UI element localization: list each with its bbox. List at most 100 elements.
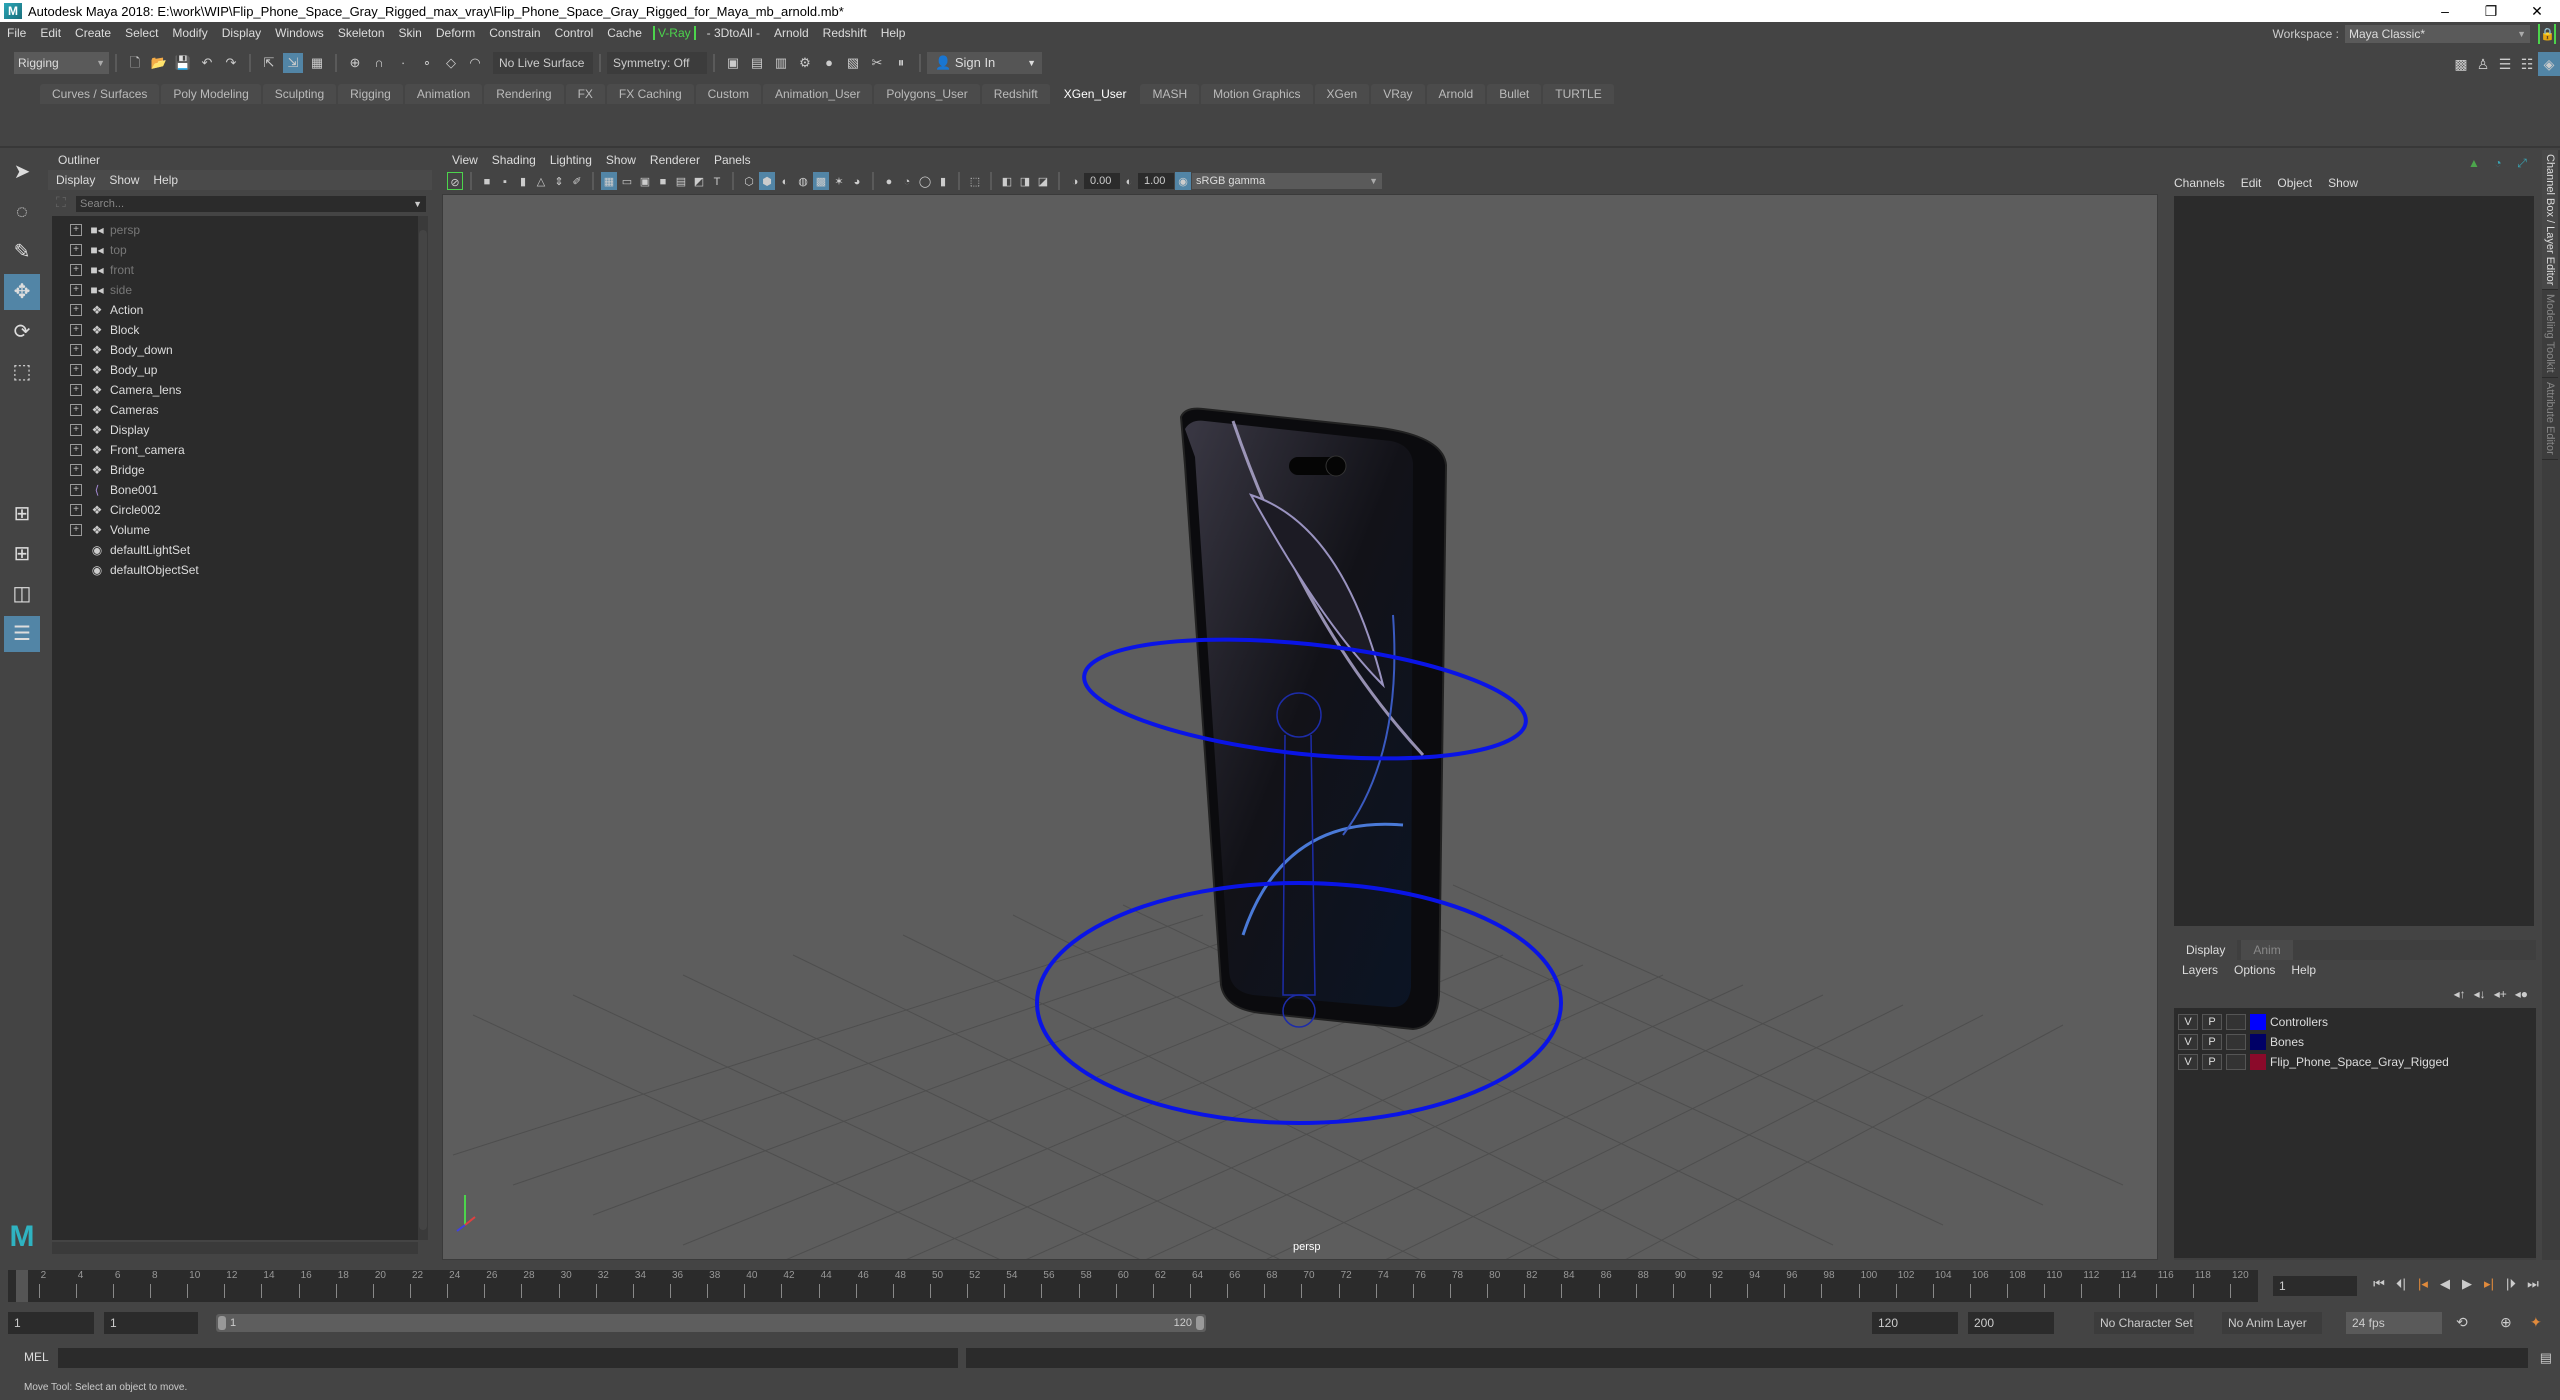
animation-start-field[interactable]: 1 [8,1312,94,1334]
side-tab-channel-box[interactable]: Channel Box / Layer Editor [2542,150,2558,291]
shelf-tab[interactable]: Custom [695,84,761,104]
smooth-shade-icon[interactable]: ⬢ [759,172,775,190]
image-plane-icon[interactable]: △ [533,172,549,190]
playback-toggle[interactable]: P [2202,1014,2222,1030]
menu-help[interactable]: Help [874,26,913,40]
four-view-layout-icon[interactable]: ⊞ [4,536,40,572]
outliner-item[interactable]: + ■◂ front [52,260,418,280]
character-set-dropdown[interactable]: No Character Set [2094,1312,2194,1334]
rotate-tool-icon[interactable]: ⟳ [4,314,40,350]
gamma-field[interactable]: 1.00 [1138,173,1174,189]
shadows-icon[interactable]: ◕ [849,172,865,190]
isolate-select-icon[interactable]: ⬚ [967,172,983,190]
scale-tool-icon[interactable]: ⬚ [4,354,40,390]
viewport-menu-show[interactable]: Show [606,153,636,167]
select-tool-icon[interactable]: ➤ [4,154,40,190]
gamma-icon[interactable]: ◐ [1121,172,1137,190]
range-slider-bar[interactable]: 1 120 [216,1314,1206,1332]
edit-menu[interactable]: Edit [2241,176,2262,190]
menu-modify[interactable]: Modify [165,26,214,40]
outliner-menu-display[interactable]: Display [56,173,95,187]
side-tab-attribute-editor[interactable]: Attribute Editor [2542,378,2558,460]
exposure-icon[interactable]: ◑ [1067,172,1083,190]
wireframe-icon[interactable]: ⬡ [741,172,757,190]
xray-components-icon[interactable]: ◪ [1035,172,1051,190]
expand-icon[interactable]: + [70,404,82,416]
anim-prefs-icon[interactable]: ✦ [2530,1314,2542,1331]
gate-mask-icon[interactable]: ■ [655,172,671,190]
resolution-gate-icon[interactable]: ▣ [637,172,653,190]
expand-icon[interactable]: + [70,284,82,296]
command-input[interactable] [58,1348,958,1368]
minimize-button[interactable]: – [2422,0,2468,22]
outliner-item[interactable]: + ❖ Volume [52,520,418,540]
safe-title-icon[interactable]: T [709,172,725,190]
display-type-toggle[interactable] [2226,1054,2246,1070]
lock-icon[interactable]: 🔒 [2538,24,2556,44]
xray-joints-icon[interactable]: ◨ [1017,172,1033,190]
hypershade-icon[interactable]: ● [819,53,839,73]
viewport-menu-renderer[interactable]: Renderer [650,153,700,167]
outliner-layout-icon[interactable]: ☰ [4,616,40,652]
shelf-tab[interactable]: FX Caching [606,84,694,104]
save-scene-icon[interactable]: 💾 [173,53,193,73]
render-settings-icon[interactable]: ⚙ [795,53,815,73]
step-forward-key-icon[interactable]: ▸| [2478,1276,2500,1292]
visibility-toggle[interactable]: V [2178,1054,2198,1070]
close-button[interactable]: ✕ [2514,0,2560,22]
viewport-menu-shading[interactable]: Shading [492,153,536,167]
new-layer-selected-icon[interactable]: ◂● [2515,987,2528,1001]
outliner-item[interactable]: + ❖ Front_camera [52,440,418,460]
speed-icon[interactable]: ◔ [2488,156,2508,172]
outliner-tab[interactable]: Outliner [48,150,111,170]
playback-toggle[interactable]: P [2202,1034,2222,1050]
maximize-button[interactable]: ❐ [2468,0,2514,22]
channels-menu[interactable]: Channels [2174,176,2225,190]
layer-color-swatch[interactable] [2250,1054,2266,1070]
expand-icon[interactable]: + [70,444,82,456]
layer-row[interactable]: V P Bones [2174,1032,2536,1052]
outliner-item[interactable]: + ❖ Display [52,420,418,440]
menu-cache[interactable]: Cache [600,26,649,40]
script-editor-icon[interactable]: ▤ [2540,1350,2552,1366]
snap-point-icon[interactable]: ∙ [393,53,413,73]
textured-icon[interactable]: ▩ [813,172,829,190]
menu-deform[interactable]: Deform [429,26,482,40]
playback-start-field[interactable]: 1 [104,1312,198,1334]
depth-of-field-icon[interactable]: ▮ [935,172,951,190]
use-all-lights-icon[interactable]: ✶ [831,172,847,190]
menu-file[interactable]: File [0,26,33,40]
outliner-item[interactable]: + ❖ Body_up [52,360,418,380]
ipr-render-icon[interactable]: ▥ [771,53,791,73]
open-scene-icon[interactable]: 📂 [149,53,169,73]
shelf-tab[interactable]: Animation_User [762,84,873,104]
persp-outliner-layout-icon[interactable]: ◫ [4,576,40,612]
lasso-tool-icon[interactable]: ◌ [4,194,40,230]
live-surface-field[interactable]: No Live Surface [493,52,593,74]
shelf-tab[interactable]: Sculpting [262,84,337,104]
menu-skin[interactable]: Skin [392,26,429,40]
expand-icon[interactable]: + [70,524,82,536]
select-component-icon[interactable]: ▦ [307,53,327,73]
film-gate-icon[interactable]: ▭ [619,172,635,190]
grease-pencil-icon[interactable]: ✐ [569,172,585,190]
outliner-item[interactable]: ◉ defaultLightSet [52,540,418,560]
view-transform-dropdown[interactable]: sRGB gamma ▼ [1192,173,1382,189]
viewport-menu-panels[interactable]: Panels [714,153,751,167]
expand-icon[interactable]: ⤢ [2512,156,2532,172]
expand-icon[interactable]: + [70,364,82,376]
symmetry-dropdown[interactable]: Symmetry: Off [607,52,707,74]
outliner-item[interactable]: + ❖ Action [52,300,418,320]
workspace-dropdown[interactable]: Maya Classic* [2345,25,2530,43]
shelf-tab[interactable]: Poly Modeling [161,84,261,104]
color-management-icon[interactable]: ◉ [1175,172,1191,190]
shelf-tab[interactable]: FX [565,84,605,104]
side-tab-modeling-toolkit[interactable]: Modeling Toolkit [2542,290,2558,379]
filter-icon[interactable]: ⛶ [56,194,66,211]
exposure-field[interactable]: 0.00 [1084,173,1120,189]
shelf-tab[interactable]: Rendering [484,84,564,104]
outliner-horizontal-scrollbar[interactable] [52,1242,418,1254]
render-setup-icon[interactable]: ▧ [843,53,863,73]
layers-menu[interactable]: Layers [2182,963,2218,977]
loop-icon[interactable]: ⟲ [2456,1314,2468,1331]
